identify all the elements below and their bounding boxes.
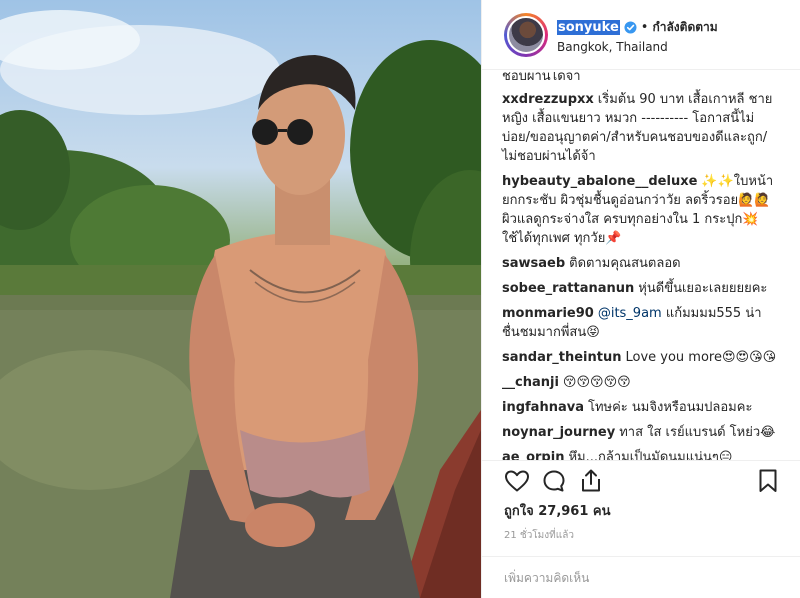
header-title-line: sonyuke • กำลังติดตาม (557, 18, 718, 37)
post-side-panel: sonyuke • กำลังติดตาม Bangkok, Thailand … (481, 0, 800, 598)
comment-bubble-icon[interactable] (542, 469, 566, 493)
post-timestamp[interactable]: 21 ชั่วโมงที่แล้ว (504, 528, 574, 543)
comment-username[interactable]: sobee_rattananun (502, 281, 634, 296)
list-item: hybeauty_abalone__deluxe ✨✨ใบหน้ายกกระชับ… (502, 172, 781, 248)
add-comment-input[interactable] (504, 568, 764, 588)
post-photo[interactable] (0, 0, 481, 598)
comment-text: 😚😚😚😚😚 (562, 375, 631, 390)
comment-username[interactable]: ingfahnava (502, 400, 584, 415)
comment-username[interactable]: xxdrezzupxx (502, 92, 594, 107)
comment-text: ติดตามคุณสนตลอด (569, 256, 681, 271)
list-item: __chanji 😚😚😚😚😚 (502, 373, 781, 392)
comment-username[interactable]: __chanji (502, 375, 559, 390)
comment-text: Love you more😍😍😘😘 (625, 350, 777, 365)
verified-badge-icon (624, 21, 637, 34)
instagram-post: sonyuke • กำลังติดตาม Bangkok, Thailand … (0, 0, 800, 598)
comment-username[interactable]: hybeauty_abalone__deluxe (502, 174, 697, 189)
list-item: ingfahnava โทษค่ะ นมจิงหรือนมปลอมคะ (502, 398, 781, 417)
location-link[interactable]: Bangkok, Thailand (557, 40, 668, 54)
comment-mention-link[interactable]: @its_9am (598, 306, 662, 321)
list-item: monmarie90 @its_9am แก้มมมม555 น่าชื่นชมม… (502, 304, 781, 342)
list-item: sandar_theintun Love you more😍😍😘😘 (502, 348, 781, 367)
comment-text: หุ่นดีขึ้นเยอะเลยยยยคะ (638, 281, 768, 296)
list-item: sawsaeb ติดตามคุณสนตลอด (502, 254, 781, 273)
post-header: sonyuke • กำลังติดตาม Bangkok, Thailand (482, 0, 800, 70)
list-item: noynar_journey ทาส ใส เรย์แบรนด์ โหย่ว😂 (502, 423, 781, 442)
avatar[interactable] (504, 13, 548, 57)
comments-list[interactable]: ชอบผ่านได้จ้า xxdrezzupxx เริ่มต้น 90 บาท… (482, 70, 800, 460)
comment-username[interactable]: sandar_theintun (502, 350, 621, 365)
avatar-image (507, 16, 545, 54)
comment-text: โทษค่ะ นมจิงหรือนมปลอมคะ (587, 400, 753, 415)
heart-icon[interactable] (504, 469, 530, 493)
following-button[interactable]: กำลังติดตาม (652, 18, 717, 37)
bookmark-icon[interactable] (758, 468, 778, 494)
add-comment-section (482, 556, 800, 598)
comment-username[interactable]: monmarie90 (502, 306, 594, 321)
post-actions-bar (482, 460, 800, 500)
comment-text: หึม...กล้ามเป็นมัดนมแน่นๆ😑 (568, 450, 733, 460)
comment-username[interactable]: noynar_journey (502, 425, 615, 440)
header-separator: • (640, 20, 649, 35)
list-item: sobee_rattananun หุ่นดีขึ้นเยอะเลยยยยคะ (502, 279, 781, 298)
post-photo-illustration (0, 10, 481, 598)
comment-username[interactable]: sawsaeb (502, 256, 565, 271)
username-link[interactable]: sonyuke (557, 20, 620, 35)
list-item: ae_orpin หึม...กล้ามเป็นมัดนมแน่นๆ😑 (502, 448, 781, 460)
share-icon[interactable] (580, 468, 602, 493)
comment-username[interactable]: ae_orpin (502, 450, 564, 460)
list-item: xxdrezzupxx เริ่มต้น 90 บาท เสื้อเกาหลี ช… (502, 90, 781, 166)
comment-partial-text: ชอบผ่านได้จ้า (502, 72, 581, 84)
likes-count[interactable]: ถูกใจ 27,961 คน (504, 500, 611, 521)
comment-text: ทาส ใส เรย์แบรนด์ โหย่ว😂 (619, 425, 776, 440)
